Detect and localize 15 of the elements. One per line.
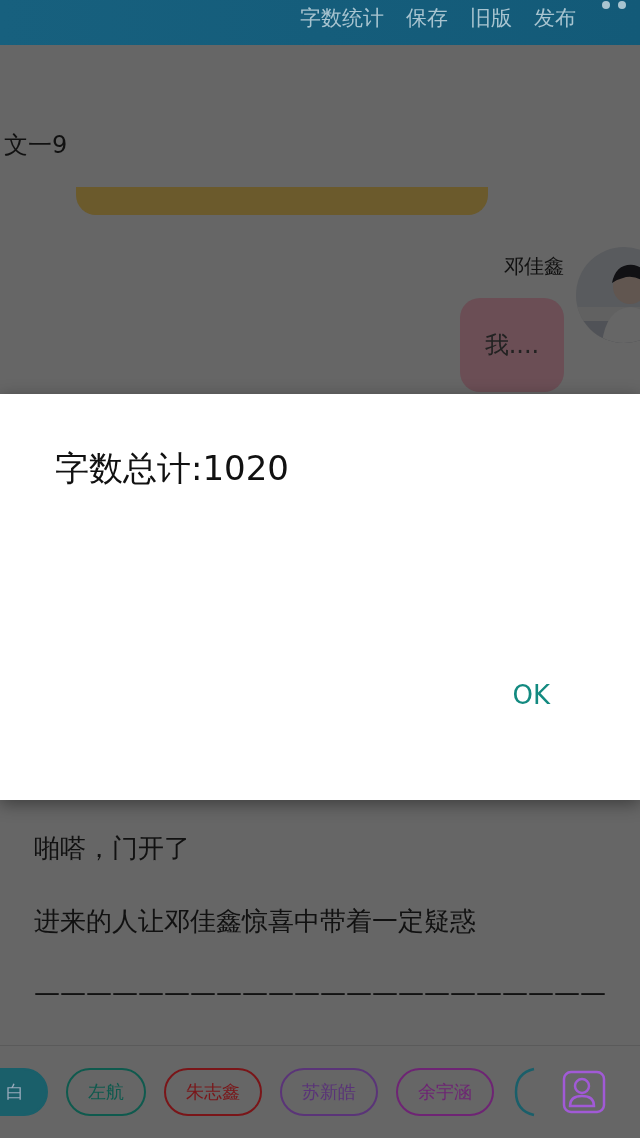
story-paragraph: 进来的人让邓佳鑫惊喜中带着一定疑惑 bbox=[34, 905, 477, 938]
story-paragraph: 啪嗒，门开了 bbox=[34, 832, 191, 865]
ok-button[interactable]: OK bbox=[506, 676, 556, 714]
toolbar-action[interactable]: 旧版 bbox=[470, 4, 512, 32]
speaker-name: 邓佳鑫 bbox=[504, 253, 564, 280]
dialog-message: 字数总计:1020 bbox=[55, 447, 289, 490]
character-chip[interactable] bbox=[512, 1067, 536, 1117]
character-chip[interactable]: 白 bbox=[0, 1068, 48, 1116]
story-heading: 文一9 bbox=[4, 130, 69, 161]
toolbar-action[interactable]: 字数统计 bbox=[300, 4, 384, 32]
story-paragraph: —————————————————————— bbox=[34, 977, 607, 1007]
toolbar-action[interactable]: 发布 bbox=[534, 4, 576, 32]
message-bubble: 我.... bbox=[460, 298, 564, 392]
toolbar-action[interactable]: 保存 bbox=[406, 4, 448, 32]
contact-icon[interactable] bbox=[562, 1070, 606, 1114]
